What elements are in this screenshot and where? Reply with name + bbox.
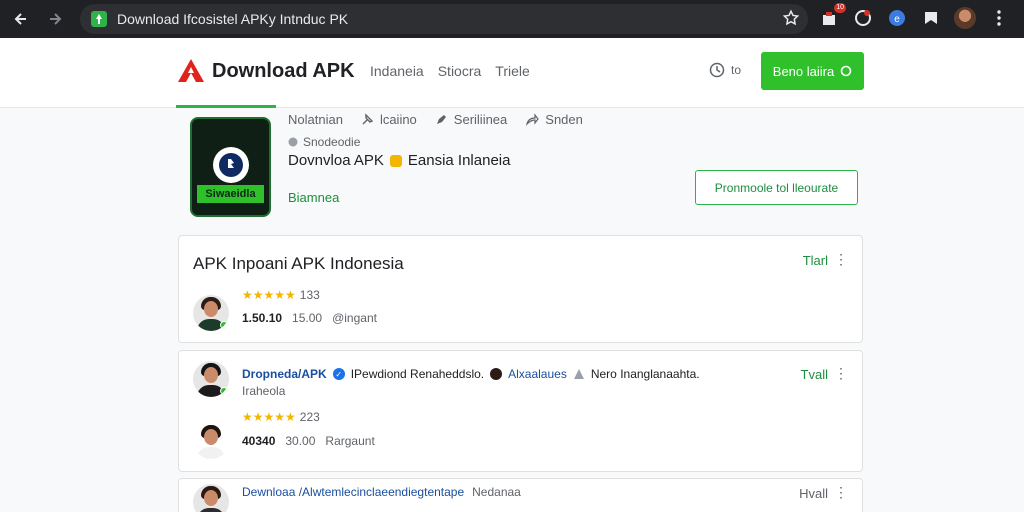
developer-line[interactable]: Snodeodie: [288, 135, 360, 149]
comment-card: Dropneda/APK ✓ IPewdiond Renaheddslo. Al…: [178, 350, 863, 472]
star-rating: ★★★★★ 223: [242, 410, 320, 424]
address-bar[interactable]: Download Ifcosistel APKy Intnduc PK: [80, 4, 808, 34]
mention-link[interactable]: Alxaalaues: [508, 367, 567, 381]
nav-link[interactable]: Triele: [495, 63, 530, 79]
site-header: Download APK Indaneia Stiocra Triele to …: [0, 38, 1024, 108]
clock-icon: [709, 62, 725, 78]
date-label: 15.00: [292, 311, 323, 325]
post-line: Dropneda/APK ✓ IPewdiond Renaheddslo. Al…: [242, 367, 700, 381]
post-text: IPewdiond Renaheddslo.: [350, 367, 485, 381]
tag-label: Rargaunt: [325, 434, 375, 448]
star-icons: ★★★★★: [242, 410, 296, 424]
secondary-button[interactable]: Pronmoole tol lleourate: [695, 170, 858, 205]
version-label: 40340: [242, 434, 276, 448]
more-options-icon[interactable]: ⋮: [834, 251, 848, 268]
main-nav: Indaneia Stiocra Triele: [370, 63, 530, 79]
extension-badge: 10: [834, 3, 846, 13]
card-action-link[interactable]: Tvall: [801, 367, 828, 382]
svg-text:e: e: [894, 14, 900, 25]
breadcrumb-item[interactable]: Nolatnian: [288, 112, 343, 127]
developer-icon: [288, 137, 298, 147]
share-icon: [526, 113, 540, 126]
logo-icon: [178, 59, 204, 82]
avatar[interactable]: [193, 484, 229, 512]
breadcrumb-item[interactable]: lcaiino: [361, 112, 417, 127]
profile-avatar[interactable]: [954, 7, 976, 29]
grammar-extension-icon[interactable]: [852, 7, 874, 29]
bookmark-star-icon[interactable]: [782, 9, 800, 32]
app-title: Dovnvloa APK Eansia Inlaneia: [288, 152, 510, 169]
nav-link[interactable]: Indaneia: [370, 63, 424, 79]
date-label: 30.00: [285, 434, 316, 448]
site-icon: [91, 11, 107, 27]
page-content: Download APK Indaneia Stiocra Triele to …: [0, 38, 1024, 512]
more-options-icon[interactable]: ⋮: [834, 365, 848, 382]
nav-link[interactable]: Stiocra: [438, 63, 482, 79]
card-meta: 40340 30.00 Rargaunt: [242, 434, 375, 448]
reader-extension-icon[interactable]: [920, 7, 942, 29]
tag-label: @ingant: [332, 311, 377, 325]
version-label: 1.50.10: [242, 311, 283, 325]
mini-avatar: [490, 368, 503, 380]
comment-card: APK Inpoani APK Indonesia Tlarl ⋮ ★★★★★ …: [178, 235, 863, 343]
app-logo-icon: [213, 147, 249, 183]
avatar[interactable]: [193, 361, 229, 397]
pin-icon: [362, 113, 374, 125]
app-icon[interactable]: Siwaeidla: [190, 117, 271, 217]
rating-count: 223: [299, 410, 320, 424]
author-name[interactable]: Dropneda/APK: [242, 367, 327, 381]
rating-count: 133: [299, 288, 320, 302]
header-cta-button[interactable]: Beno laiira: [761, 52, 864, 90]
warning-icon: [573, 369, 584, 379]
post-subtext: Iraheola: [242, 384, 286, 398]
card-title: APK Inpoani APK Indonesia: [193, 254, 404, 273]
category-link[interactable]: Biamnea: [288, 190, 339, 205]
cta-label: Beno laiira: [772, 63, 835, 79]
author-name[interactable]: Dewnloaa /Alwtemlecinclaeendiegtentape: [242, 485, 464, 499]
card-action-link[interactable]: Tlarl: [803, 253, 828, 268]
avatar[interactable]: [193, 295, 229, 331]
app-title-left: Dovnvloa APK: [288, 152, 384, 169]
post-tag: Nedanaa: [472, 485, 521, 499]
app-icon-label: Siwaeidla: [197, 185, 264, 203]
site-logo[interactable]: Download APK: [176, 58, 355, 84]
post-line: Dewnloaa /Alwtemlecinclaeendiegtentape N…: [242, 485, 521, 499]
card-meta: 1.50.10 15.00 @ingant: [242, 311, 377, 325]
history-label: to: [731, 63, 742, 77]
breadcrumb-item[interactable]: Snden: [525, 112, 583, 127]
history-link[interactable]: to: [709, 62, 741, 78]
tag-icon: [389, 154, 402, 167]
breadcrumb: Nolatnian lcaiino Seriliinea Snden: [288, 112, 583, 127]
app-title-right: Eansia Inlaneia: [407, 152, 511, 169]
edit-icon: [436, 115, 446, 124]
brand-name: Download APK: [212, 59, 355, 82]
verified-icon: ✓: [332, 368, 345, 380]
developer-name: Snodeodie: [303, 135, 361, 149]
url-text[interactable]: Download Ifcosistel APKy Intnduc PK: [117, 11, 348, 27]
card-action-link[interactable]: Hvall: [799, 486, 828, 501]
breadcrumb-item[interactable]: Seriliinea: [435, 112, 507, 127]
extension-icon[interactable]: 10: [818, 3, 846, 29]
comment-card: Dewnloaa /Alwtemlecinclaeendiegtentape N…: [178, 478, 863, 512]
more-options-icon[interactable]: ⋮: [834, 484, 848, 501]
back-icon[interactable]: [8, 6, 34, 32]
forward-icon[interactable]: [42, 6, 68, 32]
post-text-extra: Nero Inanglanaahta.: [590, 367, 700, 381]
more-menu-icon[interactable]: [988, 7, 1010, 29]
active-nav-indicator: [176, 105, 276, 108]
star-rating: ★★★★★ 133: [242, 288, 320, 302]
shield-extension-icon[interactable]: e: [886, 7, 908, 29]
star-icons: ★★★★★: [242, 288, 296, 302]
refresh-icon: [840, 65, 852, 77]
browser-toolbar: Download Ifcosistel APKy Intnduc PK 10 e: [0, 0, 1024, 38]
avatar[interactable]: [193, 423, 229, 459]
